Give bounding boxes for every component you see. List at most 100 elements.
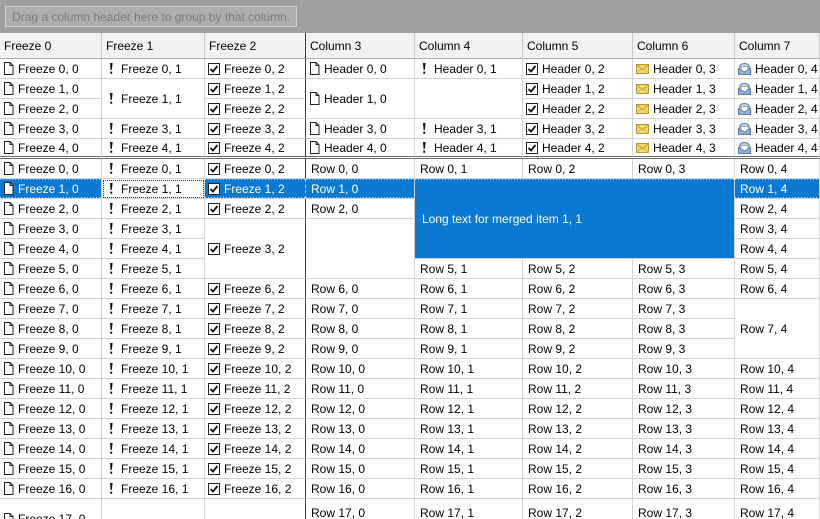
grid-cell[interactable]: Freeze 1, 1 [102, 179, 205, 199]
grid-cell[interactable]: Freeze 1, 0 [0, 179, 102, 199]
grid-cell[interactable]: Long text for merged item 1, 1 [415, 179, 735, 259]
grid-cell[interactable]: Row 14, 4 [735, 439, 820, 459]
header-cell[interactable]: Header 2, 2 [523, 99, 633, 119]
grid-cell[interactable]: Row 16, 2 [523, 479, 633, 499]
grid-cell[interactable]: Freeze 3, 0 [0, 219, 102, 239]
grid-cell[interactable]: Freeze 6, 1 [102, 279, 205, 299]
grid-cell[interactable]: Row 15, 2 [523, 459, 633, 479]
grid-cell[interactable]: Freeze 0, 1 [102, 159, 205, 179]
header-cell[interactable]: Header 3, 3 [633, 119, 735, 139]
grid-cell[interactable]: Row 11, 4 [735, 379, 820, 399]
grid-cell[interactable]: Freeze 7, 1 [102, 299, 205, 319]
grid-cell[interactable]: Freeze 16, 1 [102, 479, 205, 499]
grid-cell[interactable]: Freeze 11, 0 [0, 379, 102, 399]
grid-cell[interactable]: Row 8, 3 [633, 319, 735, 339]
grid-cell[interactable]: Row 13, 2 [523, 419, 633, 439]
header-cell[interactable]: Freeze 3, 2 [205, 119, 306, 139]
grid-cell[interactable]: Row 6, 3 [633, 279, 735, 299]
grid-cell[interactable]: Row 17, 4 [735, 499, 820, 519]
header-cell[interactable]: Freeze 2, 0 [0, 99, 102, 119]
header-cell[interactable]: Header 0, 1 [415, 59, 523, 79]
header-cell[interactable]: Header 3, 1 [415, 119, 523, 139]
column-header-freeze-0[interactable]: Freeze 0 [0, 33, 102, 59]
grid-cell[interactable]: Row 8, 1 [415, 319, 523, 339]
header-cell[interactable]: Freeze 3, 1 [102, 119, 205, 139]
grid-cell[interactable]: Freeze 10, 0 [0, 359, 102, 379]
grid-cell[interactable]: Freeze 11, 2 [205, 379, 306, 399]
grid-cell[interactable]: Row 7, 2 [523, 299, 633, 319]
header-cell[interactable]: Freeze 0, 0 [0, 59, 102, 79]
header-cell[interactable]: Header 0, 2 [523, 59, 633, 79]
grid-cell[interactable]: Freeze 3, 1 [102, 219, 205, 239]
header-cell[interactable]: Header 0, 3 [633, 59, 735, 79]
grid-cell[interactable]: Row 17, 1 [415, 499, 523, 519]
grid-cell[interactable]: Freeze 9, 0 [0, 339, 102, 359]
column-header-freeze-2[interactable]: Freeze 2 [205, 33, 306, 59]
header-cell[interactable]: Header 3, 0 [306, 119, 415, 139]
grid-cell[interactable]: Freeze 12, 0 [0, 399, 102, 419]
grid-cell[interactable]: Row 0, 4 [735, 159, 820, 179]
column-header-freeze-1[interactable]: Freeze 1 [102, 33, 205, 59]
grid-cell[interactable]: Row 7, 4 [735, 299, 820, 359]
grid-cell[interactable]: Row 15, 4 [735, 459, 820, 479]
group-by-panel[interactable]: Drag a column header here to group by th… [0, 0, 820, 33]
grid-cell[interactable]: Row 10, 0 [306, 359, 415, 379]
grid-cell[interactable]: Row 16, 4 [735, 479, 820, 499]
header-cell[interactable]: Header 0, 4 [735, 59, 820, 79]
header-cell[interactable]: Header 1, 0 [306, 79, 415, 119]
header-cell[interactable]: Freeze 1, 0 [0, 79, 102, 99]
grid-cell[interactable]: Freeze 17, 0 [0, 499, 102, 519]
column-header-column-5[interactable]: Column 5 [523, 33, 633, 59]
grid-cell[interactable]: Row 10, 1 [415, 359, 523, 379]
grid-cell[interactable]: Freeze 12, 2 [205, 399, 306, 419]
grid-cell[interactable]: Freeze 14, 2 [205, 439, 306, 459]
grid-cell[interactable]: Freeze 15, 2 [205, 459, 306, 479]
grid-cell[interactable]: Row 13, 3 [633, 419, 735, 439]
grid-cell[interactable]: Row 6, 4 [735, 279, 820, 299]
header-cell[interactable]: Freeze 4, 2 [205, 139, 306, 159]
header-cell[interactable]: Header 1, 4 [735, 79, 820, 99]
grid-cell[interactable]: Row 12, 3 [633, 399, 735, 419]
header-cell[interactable]: Freeze 3, 0 [0, 119, 102, 139]
header-cell[interactable]: Freeze 4, 0 [0, 139, 102, 159]
grid-cell[interactable]: Row 15, 1 [415, 459, 523, 479]
header-cell[interactable]: Header 4, 1 [415, 139, 523, 159]
header-cell[interactable]: Header 3, 2 [523, 119, 633, 139]
grid-cell[interactable]: Freeze 16, 0 [0, 479, 102, 499]
header-cell[interactable]: Freeze 0, 1 [102, 59, 205, 79]
grid-cell[interactable]: Row 12, 4 [735, 399, 820, 419]
grid-cell[interactable]: Row 6, 0 [306, 279, 415, 299]
grid-cell[interactable]: Freeze 13, 2 [205, 419, 306, 439]
grid-cell[interactable]: Row 16, 0 [306, 479, 415, 499]
grid-cell[interactable]: Freeze 1, 2 [205, 179, 306, 199]
grid-cell[interactable]: Freeze 8, 2 [205, 319, 306, 339]
header-cell[interactable]: Freeze 1, 2 [205, 79, 306, 99]
header-cell[interactable]: Header 2, 4 [735, 99, 820, 119]
header-cell[interactable]: Header 2, 3 [633, 99, 735, 119]
grid-cell[interactable]: Row 1, 4 [735, 179, 820, 199]
grid-cell[interactable]: Freeze 7, 2 [205, 299, 306, 319]
grid-cell[interactable]: Row 14, 0 [306, 439, 415, 459]
grid-cell[interactable]: Row 7, 3 [633, 299, 735, 319]
grid-cell[interactable]: Row 10, 3 [633, 359, 735, 379]
column-header-column-6[interactable]: Column 6 [633, 33, 735, 59]
grid-cell[interactable]: Row 6, 2 [523, 279, 633, 299]
grid-cell[interactable]: Freeze 2, 0 [0, 199, 102, 219]
grid-cell[interactable]: Row 7, 1 [415, 299, 523, 319]
header-cell[interactable]: Header 1, 2 [523, 79, 633, 99]
grid-cell[interactable]: Row 11, 0 [306, 379, 415, 399]
grid-cell[interactable]: Freeze 13, 1 [102, 419, 205, 439]
grid-cell[interactable]: Freeze 0, 0 [0, 159, 102, 179]
grid-cell[interactable]: Row 14, 3 [633, 439, 735, 459]
grid-cell[interactable]: Row 8, 2 [523, 319, 633, 339]
grid-cell[interactable]: Freeze 11, 1 [102, 379, 205, 399]
column-header-column-3[interactable]: Column 3 [306, 33, 415, 59]
grid-cell[interactable] [306, 219, 415, 279]
grid-cell[interactable]: Freeze 12, 1 [102, 399, 205, 419]
grid-cell[interactable]: Row 13, 1 [415, 419, 523, 439]
grid-cell[interactable]: Freeze 15, 0 [0, 459, 102, 479]
grid-cell[interactable]: Freeze 9, 2 [205, 339, 306, 359]
grid-cell[interactable]: Row 0, 3 [633, 159, 735, 179]
grid-cell[interactable]: Row 11, 2 [523, 379, 633, 399]
grid-cell[interactable]: Row 9, 1 [415, 339, 523, 359]
